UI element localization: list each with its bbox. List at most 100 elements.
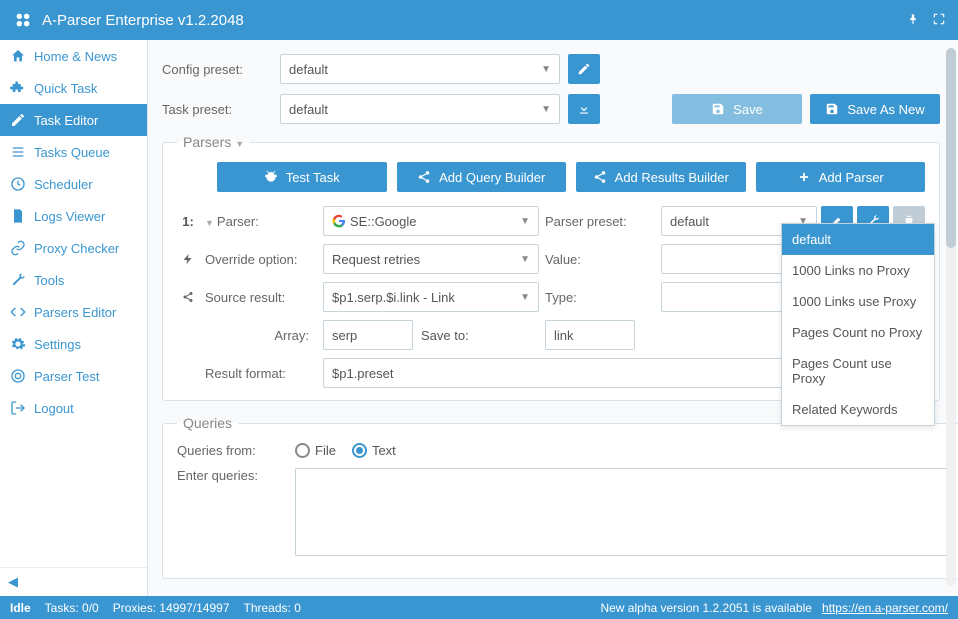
gear-icon bbox=[10, 336, 26, 352]
puzzle-icon bbox=[10, 80, 26, 96]
queries-legend: Queries bbox=[177, 415, 238, 431]
saveto-input[interactable]: link bbox=[545, 320, 635, 350]
target-icon bbox=[10, 368, 26, 384]
sidebar-item-label: Scheduler bbox=[34, 177, 93, 192]
home-icon bbox=[10, 48, 26, 64]
parser-preset-label: Parser preset: bbox=[545, 214, 655, 229]
statusbar: Idle Tasks: 0/0 Proxies: 14997/14997 Thr… bbox=[0, 596, 958, 619]
array-label: Array: bbox=[205, 328, 317, 343]
code-icon bbox=[10, 304, 26, 320]
caret-down-icon: ▼ bbox=[235, 139, 244, 149]
parser-index: 1: bbox=[177, 214, 199, 229]
sidebar-item-quick-task[interactable]: Quick Task bbox=[0, 72, 147, 104]
edit-config-preset-button[interactable] bbox=[568, 54, 600, 84]
content-scrollbar[interactable] bbox=[946, 48, 956, 586]
sidebar-item-label: Settings bbox=[34, 337, 81, 352]
caret-down-icon: ▼ bbox=[205, 218, 214, 228]
config-preset-select[interactable]: default▼ bbox=[280, 54, 560, 84]
document-icon bbox=[10, 208, 26, 224]
app-title: A-Parser Enterprise v1.2.2048 bbox=[42, 12, 906, 29]
test-task-button[interactable]: Test Task bbox=[217, 162, 387, 192]
link-icon bbox=[10, 240, 26, 256]
sidebar-item-label: Logout bbox=[34, 401, 74, 416]
queries-textarea[interactable] bbox=[295, 468, 955, 556]
type-label: Type: bbox=[545, 290, 655, 305]
titlebar: A-Parser Enterprise v1.2.2048 bbox=[0, 0, 958, 40]
lightning-icon bbox=[177, 253, 199, 265]
wrench-icon bbox=[10, 272, 26, 288]
parser-select[interactable]: SE::Google ▼ bbox=[323, 206, 539, 236]
dropdown-item[interactable]: default bbox=[782, 224, 934, 255]
sidebar-item-tasks-queue[interactable]: Tasks Queue bbox=[0, 136, 147, 168]
clock-icon bbox=[10, 176, 26, 192]
sidebar-item-settings[interactable]: Settings bbox=[0, 328, 147, 360]
sidebar-item-parser-test[interactable]: Parser Test bbox=[0, 360, 147, 392]
google-icon bbox=[332, 214, 346, 228]
sidebar-item-home[interactable]: Home & News bbox=[0, 40, 147, 72]
sidebar-item-logout[interactable]: Logout bbox=[0, 392, 147, 424]
array-input[interactable]: serp bbox=[323, 320, 413, 350]
caret-down-icon: ▼ bbox=[520, 254, 530, 265]
sidebar-item-label: Parsers Editor bbox=[34, 305, 116, 320]
sidebar-item-label: Task Editor bbox=[34, 113, 98, 128]
dropdown-item[interactable]: 1000 Links no Proxy bbox=[782, 255, 934, 286]
sidebar-item-label: Logs Viewer bbox=[34, 209, 105, 224]
sidebar-collapse[interactable]: ◀ bbox=[0, 567, 147, 596]
config-preset-label: Config preset: bbox=[162, 62, 272, 77]
sidebar-item-label: Tasks Queue bbox=[34, 145, 110, 160]
sidebar-item-task-editor[interactable]: Task Editor bbox=[0, 104, 147, 136]
save-button[interactable]: Save bbox=[672, 94, 802, 124]
caret-down-icon: ▼ bbox=[520, 216, 530, 227]
value-label: Value: bbox=[545, 252, 655, 267]
dropdown-item[interactable]: Related Keywords bbox=[782, 394, 934, 425]
fullscreen-icon[interactable] bbox=[932, 12, 946, 29]
sidebar-item-label: Proxy Checker bbox=[34, 241, 119, 256]
list-icon bbox=[10, 144, 26, 160]
status-idle: Idle bbox=[10, 601, 31, 615]
saveto-label: Save to: bbox=[421, 328, 469, 343]
caret-down-icon: ▼ bbox=[520, 292, 530, 303]
pin-icon[interactable] bbox=[906, 12, 920, 29]
sidebar-item-label: Tools bbox=[34, 273, 64, 288]
content: Config preset: default▼ Task preset: def… bbox=[148, 40, 958, 596]
sidebar-item-proxy-checker[interactable]: Proxy Checker bbox=[0, 232, 147, 264]
task-preset-label: Task preset: bbox=[162, 102, 272, 117]
parser-label: ▼Parser: bbox=[205, 214, 317, 229]
status-url-link[interactable]: https://en.a-parser.com/ bbox=[822, 601, 948, 615]
queries-from-label: Queries from: bbox=[177, 443, 287, 458]
pencil-icon bbox=[10, 112, 26, 128]
dropdown-item[interactable]: Pages Count use Proxy bbox=[782, 348, 934, 394]
caret-down-icon: ▼ bbox=[541, 64, 551, 75]
task-preset-select[interactable]: default▼ bbox=[280, 94, 560, 124]
sidebar-item-logs-viewer[interactable]: Logs Viewer bbox=[0, 200, 147, 232]
status-threads: 0 bbox=[294, 601, 301, 615]
dropdown-item[interactable]: 1000 Links use Proxy bbox=[782, 286, 934, 317]
logout-icon bbox=[10, 400, 26, 416]
parser-preset-dropdown: default 1000 Links no Proxy 1000 Links u… bbox=[781, 223, 935, 426]
download-preset-button[interactable] bbox=[568, 94, 600, 124]
source-result-label: Source result: bbox=[205, 290, 317, 305]
app-logo-icon bbox=[12, 9, 34, 31]
sidebar-item-label: Home & News bbox=[34, 49, 117, 64]
queries-fieldset: Queries Queries from: File Text Enter qu… bbox=[162, 415, 958, 579]
sidebar-item-label: Quick Task bbox=[34, 81, 97, 96]
dropdown-item[interactable]: Pages Count no Proxy bbox=[782, 317, 934, 348]
sidebar-item-tools[interactable]: Tools bbox=[0, 264, 147, 296]
add-results-builder-button[interactable]: Add Results Builder bbox=[576, 162, 746, 192]
queries-from-file-radio[interactable]: File bbox=[295, 443, 336, 458]
sidebar-item-label: Parser Test bbox=[34, 369, 100, 384]
add-parser-button[interactable]: Add Parser bbox=[756, 162, 926, 192]
override-option-select[interactable]: Request retries▼ bbox=[323, 244, 539, 274]
source-result-select[interactable]: $p1.serp.$i.link - Link▼ bbox=[323, 282, 539, 312]
sidebar-item-scheduler[interactable]: Scheduler bbox=[0, 168, 147, 200]
sidebar-item-parsers-editor[interactable]: Parsers Editor bbox=[0, 296, 147, 328]
caret-down-icon: ▼ bbox=[541, 104, 551, 115]
add-query-builder-button[interactable]: Add Query Builder bbox=[397, 162, 567, 192]
save-as-new-button[interactable]: Save As New bbox=[810, 94, 940, 124]
queries-from-text-radio[interactable]: Text bbox=[352, 443, 396, 458]
status-alpha-message: New alpha version 1.2.2051 is available bbox=[600, 601, 811, 615]
status-tasks: 0/0 bbox=[82, 601, 99, 615]
sidebar: Home & News Quick Task Task Editor Tasks… bbox=[0, 40, 148, 596]
enter-queries-label: Enter queries: bbox=[177, 468, 287, 483]
result-format-label: Result format: bbox=[205, 366, 317, 381]
